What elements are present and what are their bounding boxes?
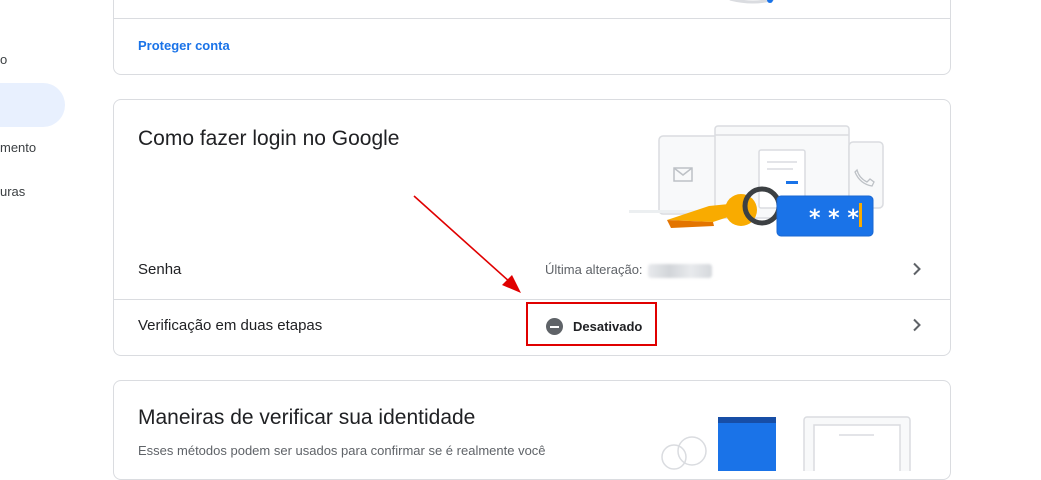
signin-card-title: Como fazer login no Google bbox=[138, 127, 400, 150]
password-last-changed: Última alteração: bbox=[545, 262, 713, 278]
password-stars: * * * bbox=[809, 206, 859, 231]
sidebar-item-subscriptions[interactable]: uras bbox=[0, 184, 25, 199]
sidebar-item-info[interactable]: o bbox=[0, 52, 7, 67]
sidebar-item-payments[interactable]: mento bbox=[0, 140, 36, 155]
chevron-right-icon bbox=[912, 318, 922, 337]
protect-account-link[interactable]: Proteger conta bbox=[138, 38, 230, 53]
protect-account-card: Proteger conta bbox=[113, 0, 951, 75]
sidebar: o mento uras bbox=[0, 0, 100, 458]
sidebar-item-security-active[interactable] bbox=[0, 83, 65, 127]
verify-identity-illustration bbox=[661, 416, 911, 471]
tablet-outline bbox=[658, 135, 720, 215]
verify-identity-card: Maneiras de verificar sua identidade Ess… bbox=[113, 380, 951, 480]
chevron-right-icon bbox=[912, 262, 922, 281]
card-divider bbox=[114, 18, 950, 19]
two-step-verification-label: Verificação em duas etapas bbox=[138, 317, 323, 334]
blurred-date bbox=[648, 263, 713, 278]
password-row-label: Senha bbox=[138, 261, 182, 278]
password-row[interactable]: Senha Última alteração: bbox=[114, 244, 950, 299]
phone-blue bbox=[718, 417, 776, 471]
password-last-changed-label: Última alteração: bbox=[545, 262, 643, 277]
signin-illustration: * * * bbox=[629, 125, 884, 237]
illustration-fragment-icon bbox=[729, 0, 774, 4]
highlight-box bbox=[526, 302, 657, 346]
verify-identity-title: Maneiras de verificar sua identidade bbox=[138, 406, 476, 429]
verify-identity-description: Esses métodos podem ser usados para conf… bbox=[138, 443, 546, 458]
